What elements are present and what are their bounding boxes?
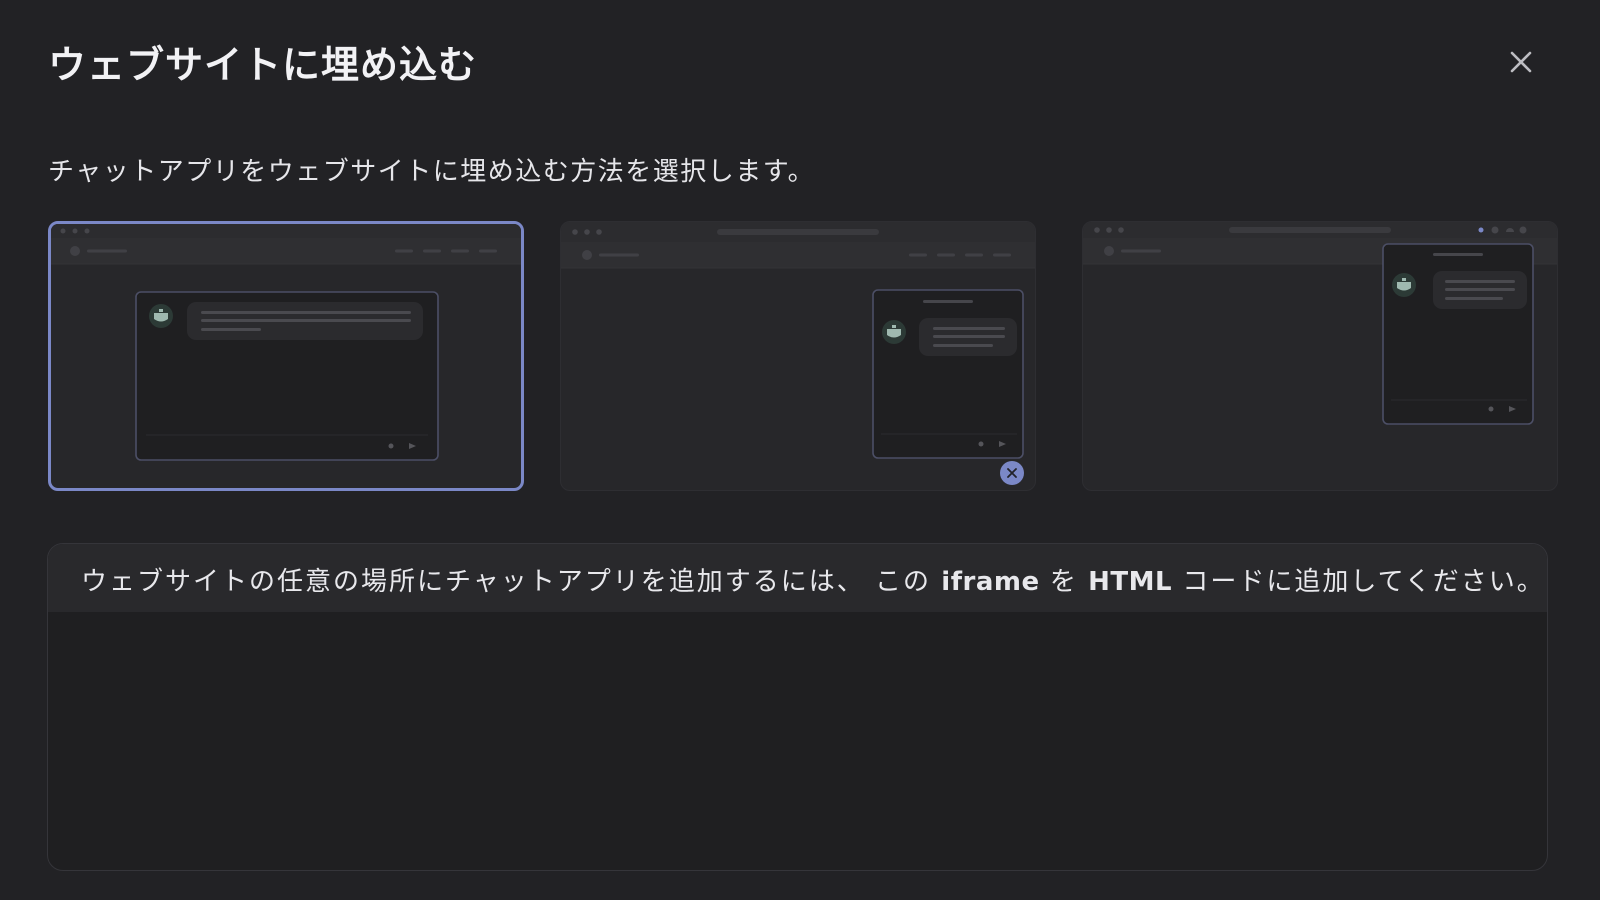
option-floating-bubble[interactable] xyxy=(560,221,1036,491)
dialog-subtitle: チャットアプリをウェブサイトに埋め込む方法を選択します。 xyxy=(48,157,816,187)
close-icon xyxy=(1510,51,1532,73)
instruction-code-html: HTML xyxy=(1088,567,1173,597)
extension-preview-illustration xyxy=(1083,222,1557,425)
attach-icon xyxy=(388,443,394,449)
instruction-text-2: を xyxy=(1039,567,1089,597)
instruction-code-iframe: iframe xyxy=(941,567,1040,597)
attach-icon xyxy=(1488,406,1494,412)
embed-dialog: ウェブサイトに埋め込む チャットアプリをウェブサイトに埋め込む方法を選択します。 xyxy=(0,0,1600,900)
option-iframe[interactable] xyxy=(48,221,524,491)
attach-icon xyxy=(978,441,984,447)
dialog-title: ウェブサイトに埋め込む xyxy=(48,43,478,87)
bubble-preview-illustration xyxy=(561,222,1035,485)
close-button[interactable] xyxy=(1503,44,1539,80)
code-panel-instruction: ウェブサイトの任意の場所にチャットアプリを追加するには、 この iframe を… xyxy=(81,561,1545,598)
option-chrome-extension[interactable] xyxy=(1082,221,1558,491)
instruction-text-1: ウェブサイトの任意の場所にチャットアプリを追加するには、 この xyxy=(81,567,942,597)
code-panel: ウェブサイトの任意の場所にチャットアプリを追加するには、 この iframe を… xyxy=(47,543,1548,871)
instruction-text-3: コードに追加してください。 xyxy=(1172,567,1545,597)
iframe-preview-illustration xyxy=(51,224,521,461)
